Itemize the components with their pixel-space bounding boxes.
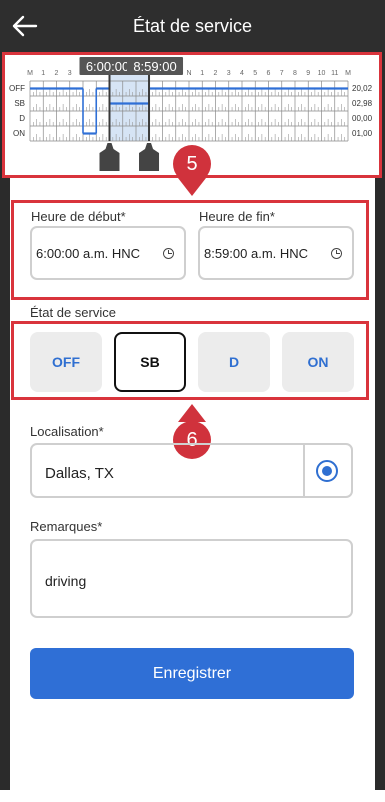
status-off-button[interactable]: OFF [30, 332, 102, 392]
location-value: Dallas, TX [45, 465, 114, 482]
callout-number: 5 [186, 153, 198, 175]
location-label: Localisation* [30, 424, 104, 439]
bottom-strip [0, 790, 385, 802]
status-label: État de service [30, 305, 116, 320]
location-field[interactable]: Dallas, TX [30, 443, 353, 498]
location-divider [303, 445, 305, 496]
status-sb-button[interactable]: SB [114, 332, 186, 392]
remarks-field[interactable]: driving [30, 539, 353, 618]
app-bar: État de service [0, 0, 385, 52]
current-location-radio-icon[interactable] [316, 460, 338, 482]
end-time-field[interactable]: 8:59:00 a.m. HNC [198, 226, 354, 280]
remarks-label: Remarques* [30, 519, 103, 534]
end-time-label: Heure de fin* [199, 209, 275, 224]
save-button[interactable]: Enregistrer [30, 648, 354, 699]
remarks-value: driving [45, 573, 87, 589]
start-time-label: Heure de début* [31, 209, 126, 224]
clock-icon [331, 248, 342, 259]
start-time-value: 6:00:00 a.m. HNC [36, 246, 141, 261]
clock-icon [163, 248, 174, 259]
status-on-button[interactable]: ON [282, 332, 354, 392]
start-time-field[interactable]: 6:00:00 a.m. HNC [30, 226, 186, 280]
page-title: État de service [132, 16, 253, 36]
callout-pointer-down [178, 178, 206, 196]
end-time-value: 8:59:00 a.m. HNC [204, 246, 309, 261]
status-d-button[interactable]: D [198, 332, 270, 392]
